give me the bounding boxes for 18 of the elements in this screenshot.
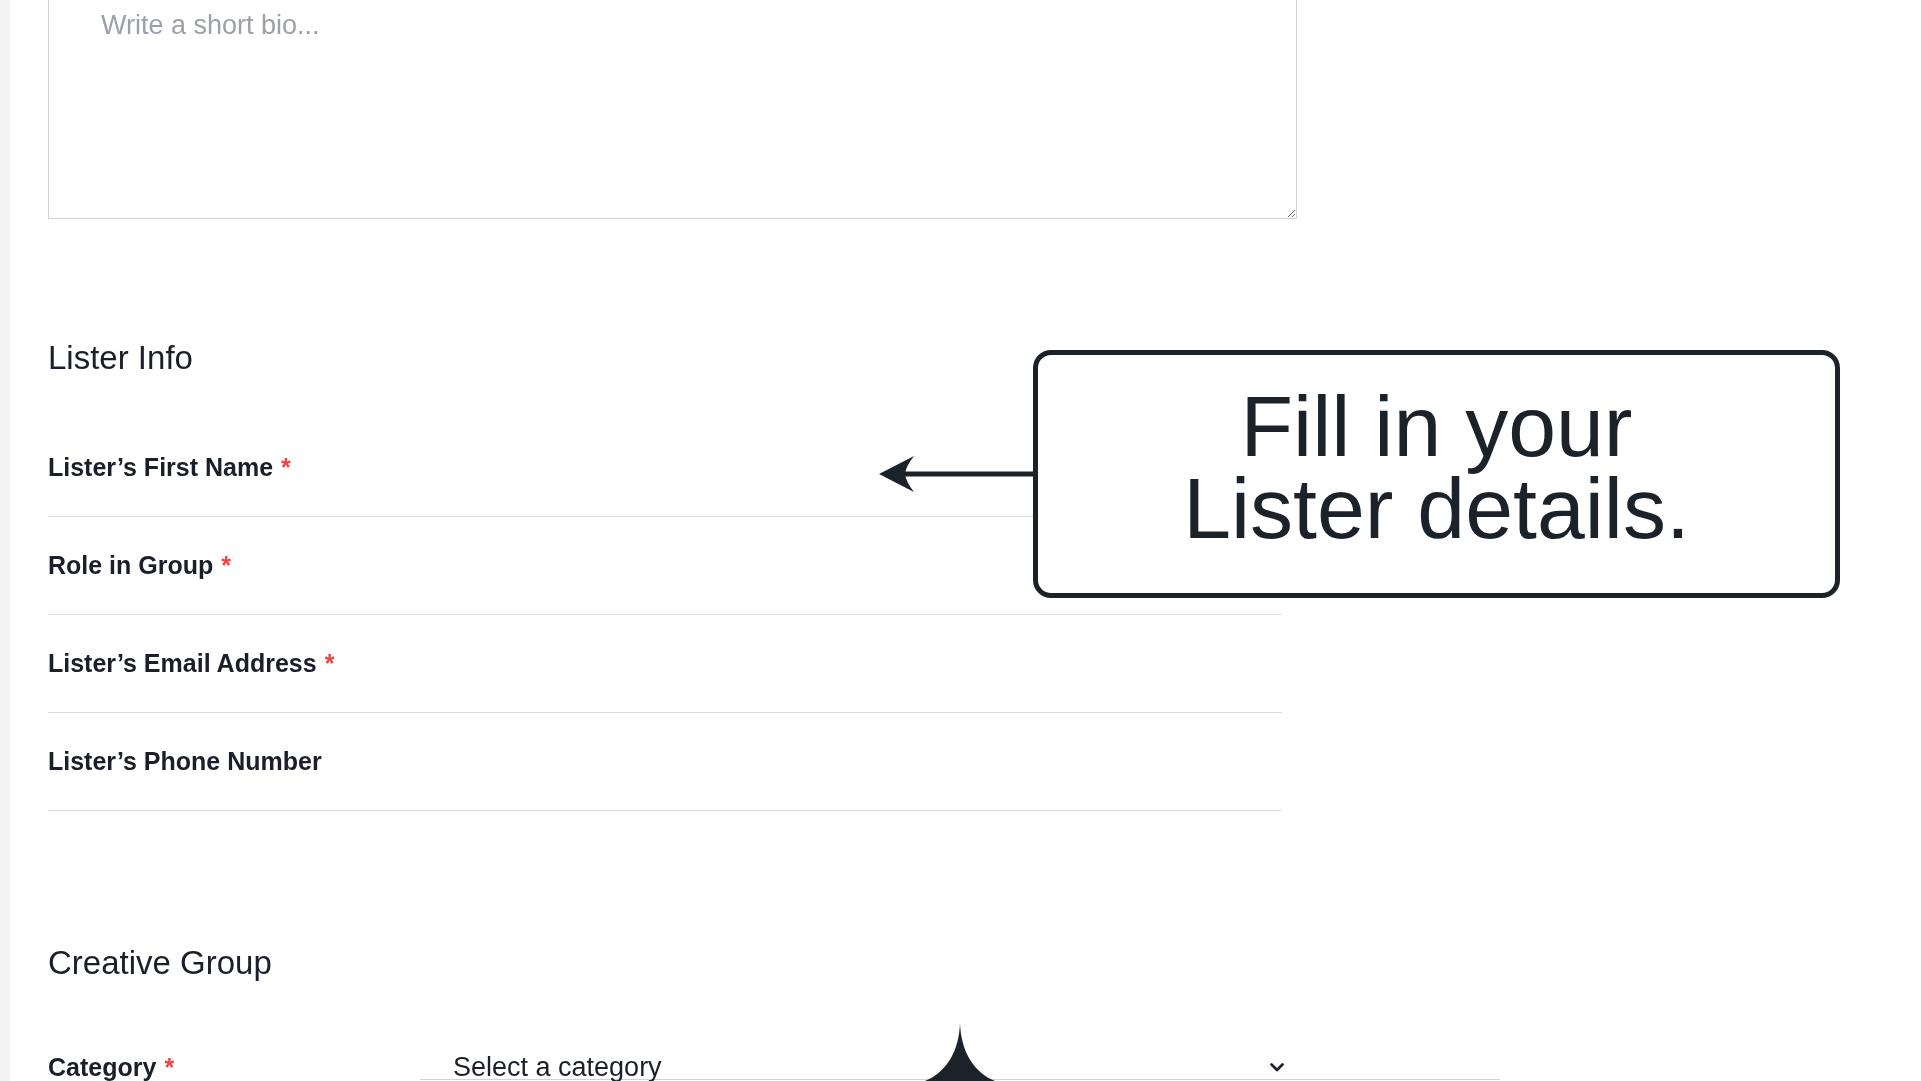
input-field[interactable]: Lister’s Email Address * xyxy=(48,615,1020,712)
field-label: Lister’s Email Address xyxy=(48,649,317,678)
field-label: Lister’s First Name xyxy=(48,453,274,482)
section-heading: Lister Info xyxy=(48,339,193,376)
field-label: Lister’s Phone Number xyxy=(48,747,322,776)
required-mark: * xyxy=(221,551,231,580)
input-field[interactable]: Lister’s First Name * xyxy=(48,419,1020,516)
input-field[interactable]: Lister’s Phone Number xyxy=(48,713,1020,810)
required-mark: * xyxy=(281,453,291,482)
bio-textarea[interactable]: Write a short bio... xyxy=(48,0,1297,219)
callout-text: Fill in your Lister details. xyxy=(1182,386,1691,550)
field-label: Role in Group xyxy=(48,551,214,580)
required-mark: * xyxy=(164,1055,175,1079)
chevron-down-icon xyxy=(1270,1062,1284,1072)
required-mark: * xyxy=(324,649,335,678)
input-field[interactable]: Role in Group * xyxy=(48,517,1020,614)
section-heading: Creative Group xyxy=(48,944,272,981)
field-label: Category xyxy=(48,1055,157,1079)
